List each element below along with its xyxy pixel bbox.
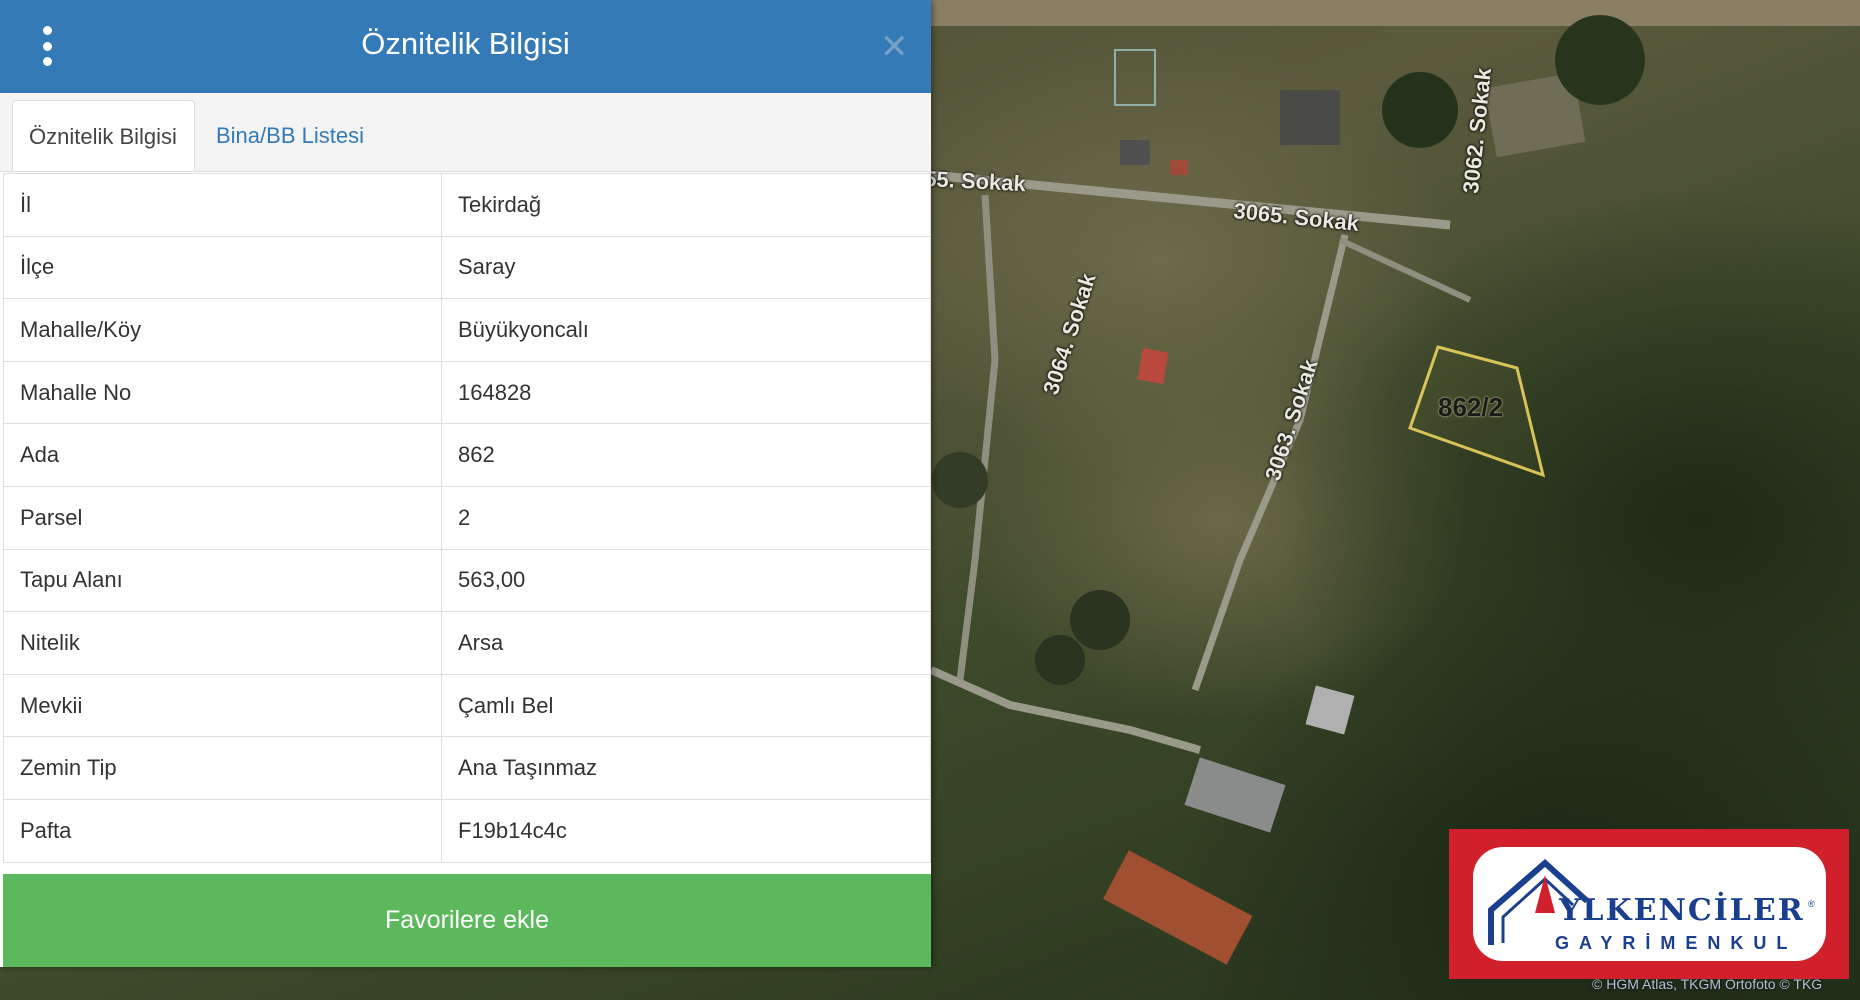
- panel-title: Öznitelik Bilgisi: [361, 26, 570, 61]
- row-value: Ana Taşınmaz: [441, 736, 931, 800]
- company-logo: YLKENCİLER GAYRİMENKUL ®: [1449, 829, 1849, 979]
- tab-bar: Öznitelik Bilgisi Bina/BB Listesi: [0, 93, 931, 172]
- tree-cluster: [1070, 590, 1130, 650]
- tree-cluster: [1555, 15, 1645, 105]
- row-key: Parsel: [3, 485, 442, 550]
- row-key: İlçe: [3, 235, 442, 300]
- row-key: Ada: [3, 423, 442, 487]
- table-row: Mahalle/Köy Büyükyoncalı: [3, 298, 931, 362]
- table-row: Tapu Alanı 563,00: [3, 548, 931, 613]
- row-key: Mevkii: [3, 673, 442, 738]
- logo-title: YLKENCİLER: [1559, 893, 1805, 928]
- logo-registered-mark: ®: [1808, 899, 1815, 909]
- tree-cluster: [932, 452, 988, 508]
- row-value: 164828: [441, 360, 931, 425]
- row-key: Pafta: [3, 798, 442, 863]
- building: [1170, 160, 1188, 175]
- building: [1120, 140, 1150, 165]
- table-row: Zemin Tip Ana Taşınmaz: [3, 736, 931, 800]
- row-key: Tapu Alanı: [3, 548, 442, 613]
- table-row: Mahalle No 164828: [3, 360, 931, 425]
- row-value: 862: [441, 423, 931, 487]
- table-row: Pafta F19b14c4c: [3, 798, 931, 863]
- building: [1137, 347, 1169, 385]
- tab-building-list[interactable]: Bina/BB Listesi: [200, 100, 380, 171]
- add-to-favorites-button[interactable]: Favorilere ekle: [3, 874, 931, 967]
- building: [1280, 90, 1340, 145]
- row-key: Zemin Tip: [3, 736, 442, 800]
- parcel-label[interactable]: 862/2: [1438, 392, 1503, 423]
- row-value: Çamlı Bel: [441, 673, 931, 738]
- attribute-panel: Öznitelik Bilgisi ✕ Öznitelik Bilgisi Bi…: [0, 0, 931, 967]
- tree-cluster: [1382, 72, 1458, 148]
- close-icon[interactable]: ✕: [880, 30, 909, 64]
- row-value: 563,00: [441, 548, 931, 613]
- row-value: Arsa: [441, 611, 931, 675]
- logo-badge: YLKENCİLER GAYRİMENKUL ®: [1473, 847, 1826, 961]
- tree-cluster: [1035, 635, 1085, 685]
- building-roof: [1103, 850, 1253, 965]
- sports-court: [1114, 49, 1156, 106]
- row-value: 2: [441, 485, 931, 550]
- row-key: Nitelik: [3, 611, 442, 675]
- attribute-table: İl Tekirdağ İlçe Saray Mahalle/Köy Büyük…: [3, 173, 931, 863]
- street-label-55: 55. Sokak: [923, 166, 1027, 197]
- table-row: Nitelik Arsa: [3, 611, 931, 675]
- logo-subtitle: GAYRİMENKUL: [1555, 933, 1798, 953]
- top-road: [931, 0, 1860, 26]
- row-value: Saray: [441, 235, 931, 300]
- table-row: İl Tekirdağ: [3, 173, 931, 237]
- table-row: İlçe Saray: [3, 235, 931, 300]
- table-row: Ada 862: [3, 423, 931, 487]
- road-west: [956, 194, 999, 681]
- panel-header: Öznitelik Bilgisi ✕: [0, 0, 931, 93]
- tab-attribute-info[interactable]: Öznitelik Bilgisi: [12, 100, 195, 171]
- row-key: Mahalle No: [3, 360, 442, 425]
- building: [1305, 685, 1355, 735]
- row-value: Tekirdağ: [441, 173, 931, 237]
- table-row: Parsel 2: [3, 485, 931, 550]
- row-key: İl: [3, 173, 442, 237]
- table-row: Mevkii Çamlı Bel: [3, 673, 931, 738]
- row-value: F19b14c4c: [441, 798, 931, 863]
- building-roof: [1184, 757, 1286, 833]
- row-value: Büyükyoncalı: [441, 298, 931, 362]
- road-east: [1338, 237, 1472, 303]
- row-key: Mahalle/Köy: [3, 298, 442, 362]
